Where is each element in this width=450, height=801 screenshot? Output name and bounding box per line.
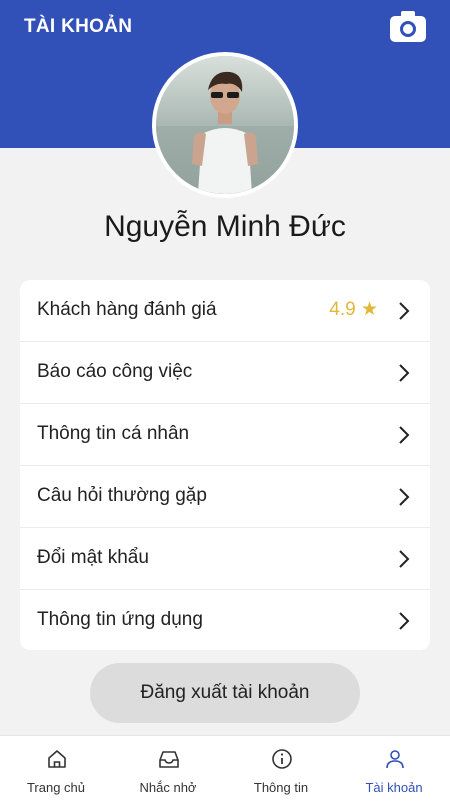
menu-item-change-password[interactable]: Đổi mật khẩu xyxy=(20,528,430,590)
menu-item-label: Thông tin cá nhân xyxy=(37,423,190,444)
menu-item-label: Khách hàng đánh giá xyxy=(37,299,217,320)
menu-item-faq[interactable]: Câu hỏi thường gặp xyxy=(20,466,430,528)
nav-label: Tài khoản xyxy=(365,780,423,795)
nav-label: Nhắc nhở xyxy=(139,780,197,795)
nav-item-info[interactable]: Thông tin xyxy=(225,736,337,801)
menu-item-label: Báo cáo công việc xyxy=(37,361,193,382)
info-icon xyxy=(272,749,292,769)
menu-item-app-info[interactable]: Thông tin ứng dụng xyxy=(20,590,430,650)
chevron-right-icon xyxy=(399,550,410,568)
chevron-right-icon xyxy=(399,302,410,320)
menu-item-label: Thông tin ứng dụng xyxy=(37,609,203,630)
page-title: TÀI KHOẢN xyxy=(24,16,133,37)
menu-item-label: Đổi mật khẩu xyxy=(37,547,149,568)
account-menu: Khách hàng đánh giá 4.9 ★ Báo cáo công v… xyxy=(20,280,430,650)
nav-item-account[interactable]: Tài khoản xyxy=(338,736,450,801)
chevron-right-icon xyxy=(399,426,410,444)
user-icon xyxy=(386,750,404,769)
menu-item-label: Câu hỏi thường gặp xyxy=(37,485,207,506)
rating-value: 4.9 ★ xyxy=(329,299,378,320)
chevron-right-icon xyxy=(399,364,410,382)
inbox-icon xyxy=(159,751,179,768)
nav-label: Thông tin xyxy=(253,780,309,795)
camera-icon[interactable] xyxy=(389,10,427,43)
user-name: Nguyễn Minh Đức xyxy=(104,210,346,243)
bottom-nav: Trang chủ Nhắc nhở Thông tin Tài khoản xyxy=(0,735,450,801)
chevron-right-icon xyxy=(399,612,410,630)
nav-item-home[interactable]: Trang chủ xyxy=(0,736,112,801)
menu-item-customer-rating[interactable]: Khách hàng đánh giá 4.9 ★ xyxy=(20,280,430,342)
avatar[interactable] xyxy=(152,52,298,198)
menu-item-personal-info[interactable]: Thông tin cá nhân xyxy=(20,404,430,466)
chevron-right-icon xyxy=(399,488,410,506)
logout-button[interactable]: Đăng xuất tài khoản xyxy=(90,663,360,723)
menu-item-work-report[interactable]: Báo cáo công việc xyxy=(20,342,430,404)
home-icon xyxy=(48,750,66,768)
nav-item-reminders[interactable]: Nhắc nhở xyxy=(112,736,224,801)
nav-label: Trang chủ xyxy=(26,780,86,795)
